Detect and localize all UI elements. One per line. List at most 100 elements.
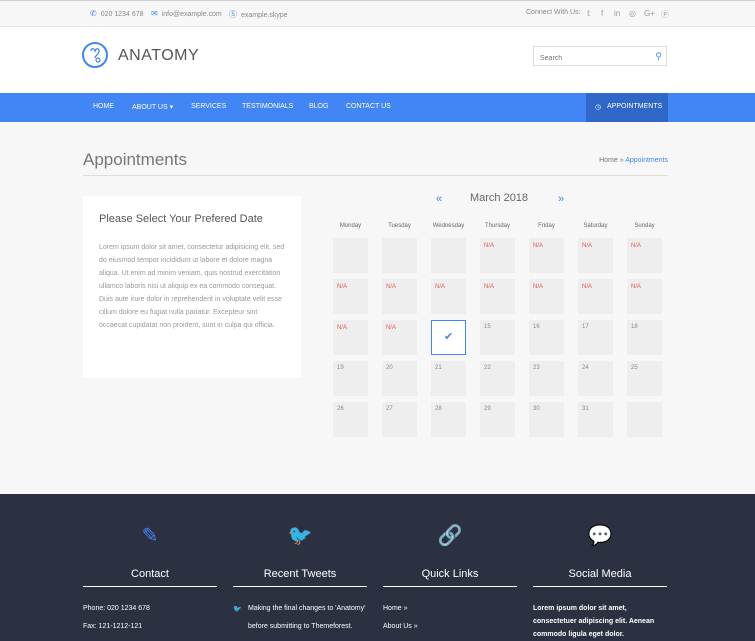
search-box[interactable]: ⚲ [533, 46, 667, 68]
day-number: 19 [337, 365, 344, 371]
calendar-day-cell[interactable]: 22 [480, 361, 515, 396]
nav-testimonials[interactable]: TESTIMONIALS [242, 103, 293, 110]
calendar-day-cell: N/A [382, 279, 417, 314]
day-number: 31 [582, 406, 589, 412]
logo-text[interactable]: ANATOMY [118, 47, 199, 65]
pencil-icon: ✎ [141, 525, 159, 547]
nav-blog[interactable]: BLOG [309, 103, 328, 110]
unavailable-label: N/A [582, 243, 593, 249]
calendar-day-cell[interactable]: 16 [529, 320, 564, 355]
info-panel: Please Select Your Prefered Date Lorem i… [83, 196, 301, 378]
unavailable-label: N/A [582, 284, 593, 290]
day-number: 25 [631, 365, 638, 371]
phone-icon: ✆ [90, 9, 97, 18]
footer-column-divider [83, 586, 217, 587]
footer-column-divider [233, 586, 367, 587]
calendar-day-cell: N/A [627, 279, 662, 314]
calendar-day-cell[interactable]: 25 [627, 361, 662, 396]
calendar-day-cell[interactable]: 26 [333, 402, 368, 437]
calendar-day-cell[interactable]: 18 [627, 320, 662, 355]
link-icon: 🔗 [437, 525, 463, 547]
email-contact[interactable]: ✉ info@example.com [151, 9, 222, 18]
phone-contact: ✆ 020 1234 678 [90, 9, 144, 18]
unavailable-label: N/A [337, 284, 348, 290]
calendar-day-cell[interactable]: 31 [578, 402, 613, 437]
panel-heading: Please Select Your Prefered Date [99, 213, 263, 225]
next-month-button[interactable]: » [558, 193, 564, 205]
calendar-day-cell[interactable]: 24 [578, 361, 613, 396]
skype-contact[interactable]: Ⓢexample.skype [229, 9, 288, 20]
calendar-day-cell [382, 238, 417, 273]
unavailable-label: N/A [631, 284, 642, 290]
nav-services[interactable]: SERVICES [191, 103, 226, 110]
breadcrumb-home[interactable]: Home [599, 157, 618, 164]
day-header: Tuesday [388, 223, 411, 229]
footer-column-title: Recent Tweets [263, 568, 337, 580]
connect-label: Connect With Us: [526, 9, 581, 16]
calendar-day-cell[interactable]: 17 [578, 320, 613, 355]
calendar-day-cell: N/A [333, 279, 368, 314]
google-plus-icon[interactable]: G+ [644, 9, 655, 18]
calendar-day-cell[interactable]: 30 [529, 402, 564, 437]
day-number: 22 [484, 365, 491, 371]
footer-column-title: Social Media [568, 568, 632, 580]
instagram-icon[interactable]: ◎ [629, 9, 636, 18]
unavailable-label: N/A [533, 284, 544, 290]
calendar-day-cell[interactable]: 27 [382, 402, 417, 437]
linkedin-icon[interactable]: in [614, 9, 620, 18]
calendar-day-selected[interactable]: ✔ [431, 320, 466, 355]
comments-icon: 💬 [587, 525, 613, 547]
footer-fax: Fax: 121-1212-121 [83, 623, 143, 630]
footer-phone: Phone: 020 1234 678 [83, 605, 150, 612]
clock-icon: ◷ [595, 104, 602, 111]
day-number: 29 [484, 406, 491, 412]
search-input[interactable] [534, 49, 656, 68]
day-number: 16 [533, 324, 540, 330]
footer-link-about[interactable]: About Us » [383, 623, 418, 630]
calendar-day-cell: N/A [480, 238, 515, 273]
unavailable-label: N/A [484, 284, 495, 290]
twitter-icon: 🐦 [287, 525, 313, 547]
calendar-day-cell[interactable]: 21 [431, 361, 466, 396]
envelope-icon: ✉ [151, 9, 158, 18]
tweet-icon: 🐦 [233, 606, 242, 613]
calendar-day-cell: N/A [333, 320, 368, 355]
calendar-day-cell[interactable]: 23 [529, 361, 564, 396]
logo-icon[interactable] [82, 42, 108, 68]
breadcrumb: Home » Appointments [599, 157, 668, 164]
day-number: 26 [337, 406, 344, 412]
pinterest-icon[interactable]: ⓟ [661, 9, 669, 20]
day-header: Wednesday [432, 223, 465, 229]
panel-text: Lorem ipsum dolor sit amet, consectetur … [99, 244, 285, 329]
twitter-icon[interactable]: 𝕥 [587, 9, 591, 18]
day-header: Thursday [484, 223, 510, 229]
calendar-day-cell[interactable]: 20 [382, 361, 417, 396]
footer-column-divider [533, 586, 667, 587]
nav-about-us[interactable]: ABOUT US ▾ [132, 103, 173, 111]
day-number: 15 [484, 324, 491, 330]
nav-home[interactable]: HOME [93, 103, 114, 110]
unavailable-label: N/A [337, 325, 348, 331]
calendar-day-cell: N/A [529, 279, 564, 314]
search-icon[interactable]: ⚲ [655, 51, 662, 62]
calendar-day-cell: N/A [382, 320, 417, 355]
title-divider [83, 175, 668, 176]
footer-link-home[interactable]: Home » [383, 605, 408, 612]
tweet-text-line2: before submitting to Themeforest. [248, 623, 353, 630]
facebook-icon[interactable]: f [601, 9, 603, 18]
appointments-button[interactable]: ◷ APPOINTMENTS [586, 93, 668, 122]
calendar-day-cell [333, 238, 368, 273]
calendar-day-cell[interactable]: 29 [480, 402, 515, 437]
calendar-day-cell[interactable]: 15 [480, 320, 515, 355]
day-header: Monday [339, 223, 362, 229]
calendar-day-cell [431, 238, 466, 273]
calendar-day-cell[interactable]: 28 [431, 402, 466, 437]
day-number: 20 [386, 365, 393, 371]
calendar-day-cell [627, 402, 662, 437]
calendar-day-cell[interactable]: 19 [333, 361, 368, 396]
top-bar: ✆ 020 1234 678 ✉ info@example.com Ⓢexample… [0, 0, 755, 27]
month-label: March 2018 [469, 192, 529, 204]
nav-contact-us[interactable]: CONTACT US [346, 103, 391, 110]
day-number: 24 [582, 365, 589, 371]
skype-icon: Ⓢ [229, 10, 237, 19]
